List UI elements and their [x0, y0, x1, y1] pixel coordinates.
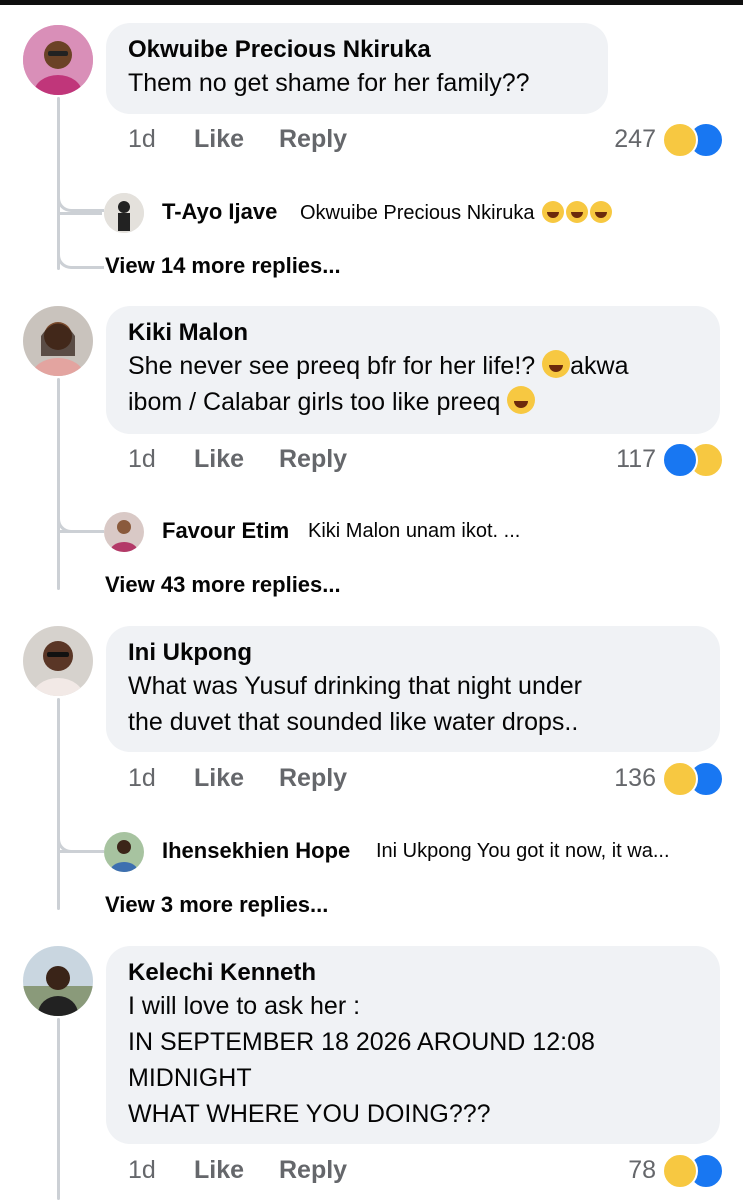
reply-avatar[interactable] [104, 193, 144, 233]
reply-preview[interactable]: T-Ayo Ijave Okwuibe Precious Nkiruka [104, 193, 704, 233]
reply-button[interactable]: Reply [279, 125, 347, 154]
comment-time: 1d [128, 125, 156, 153]
comment-bubble[interactable]: Ini Ukpong What was Yusuf drinking that … [106, 626, 720, 752]
laughing-emoji-icon [542, 201, 565, 223]
reaction-count[interactable]: 136 [614, 764, 656, 793]
comment-text-line: She never see preeq bfr for her life!? [128, 352, 536, 380]
comment-text: Them no get shame for her family?? [128, 69, 530, 97]
reply-text: Ini Ukpong You got it now, it wa... [376, 840, 670, 862]
reaction-icons[interactable] [662, 761, 724, 797]
thread-connector [60, 850, 102, 853]
comment-text-line: WHAT WHERE YOU DOING??? [128, 1100, 491, 1128]
reply-author[interactable]: T-Ayo Ijave [162, 199, 277, 225]
view-more-replies[interactable]: View 43 more replies... [105, 572, 341, 598]
thread-line [57, 1018, 60, 1200]
comment-text-line: What was Yusuf drinking that night under [128, 672, 582, 700]
reaction-icons[interactable] [662, 122, 724, 158]
top-edge-bar [0, 0, 743, 5]
thread-line [57, 800, 60, 910]
thread-curve [57, 816, 104, 853]
thread-connector [60, 212, 102, 215]
thread-line [57, 378, 60, 488]
haha-icon [662, 761, 698, 797]
reply-author[interactable]: Favour Etim [162, 518, 289, 544]
reply-button[interactable]: Reply [279, 1156, 347, 1185]
like-icon [662, 442, 698, 478]
comment-text-line: ibom / Calabar girls too like preeq [128, 388, 501, 416]
avatar[interactable] [23, 306, 93, 376]
thread-connector [60, 530, 102, 533]
haha-icon [662, 122, 698, 158]
thread-curve [57, 236, 104, 269]
avatar[interactable] [23, 25, 93, 95]
reaction-icons[interactable] [662, 442, 724, 478]
view-more-replies[interactable]: View 3 more replies... [105, 892, 328, 918]
haha-icon [662, 1153, 698, 1189]
laughing-emoji-icon [590, 201, 613, 223]
reaction-icons[interactable] [662, 1153, 724, 1189]
comment-bubble[interactable]: Okwuibe Precious Nkiruka Them no get sha… [106, 23, 608, 114]
rolling-laughing-emoji-icon [507, 386, 536, 414]
like-button[interactable]: Like [194, 764, 244, 793]
thread-curve [57, 175, 104, 212]
reply-button[interactable]: Reply [279, 445, 347, 474]
thread-curve [57, 496, 104, 533]
reaction-count[interactable]: 78 [628, 1156, 656, 1185]
comment-text-line: IN SEPTEMBER 18 2026 AROUND 12:08 [128, 1028, 595, 1056]
comment-text-line: akwa [570, 352, 629, 380]
reply-button[interactable]: Reply [279, 764, 347, 793]
reply-preview[interactable]: Favour Etim Kiki Malon unam ikot. ... [104, 512, 704, 552]
comment-time: 1d [128, 1156, 156, 1184]
comment-text: She never see preeq bfr for her life!? a… [128, 348, 698, 420]
reaction-count[interactable]: 247 [614, 125, 656, 154]
commenter-name[interactable]: Kelechi Kenneth [128, 958, 698, 988]
comment-text: What was Yusuf drinking that night under… [128, 668, 698, 740]
comment-bubble[interactable]: Kiki Malon She never see preeq bfr for h… [106, 306, 720, 434]
comment-text-line: I will love to ask her : [128, 992, 361, 1020]
avatar[interactable] [23, 946, 93, 1016]
commenter-name[interactable]: Kiki Malon [128, 318, 698, 348]
like-button[interactable]: Like [194, 1156, 244, 1185]
comment-time: 1d [128, 764, 156, 792]
thread-line [57, 480, 60, 590]
like-button[interactable]: Like [194, 125, 244, 154]
comment-text: I will love to ask her : IN SEPTEMBER 18… [128, 988, 698, 1132]
grinning-sweat-emoji-icon [542, 350, 571, 378]
reply-author[interactable]: Ihensekhien Hope [162, 838, 350, 864]
reply-text: Kiki Malon unam ikot. ... [308, 520, 521, 542]
reply-avatar[interactable] [104, 512, 144, 552]
reply-text: Okwuibe Precious Nkiruka [300, 202, 535, 224]
comment-bubble[interactable]: Kelechi Kenneth I will love to ask her :… [106, 946, 720, 1144]
reply-text-wrap: Okwuibe Precious Nkiruka [300, 201, 613, 225]
commenter-name[interactable]: Ini Ukpong [128, 638, 698, 668]
reply-avatar[interactable] [104, 832, 144, 872]
avatar[interactable] [23, 626, 93, 696]
thread-line [57, 698, 60, 808]
like-button[interactable]: Like [194, 445, 244, 474]
reaction-count[interactable]: 117 [616, 445, 656, 474]
view-more-replies[interactable]: View 14 more replies... [105, 253, 341, 279]
laughing-emoji-icon [566, 201, 589, 223]
commenter-name[interactable]: Okwuibe Precious Nkiruka [128, 35, 586, 65]
reply-preview[interactable]: Ihensekhien Hope Ini Ukpong You got it n… [104, 832, 724, 872]
comment-time: 1d [128, 445, 156, 473]
comment-text-line: the duvet that sounded like water drops.… [128, 708, 579, 736]
comment-text-line: MIDNIGHT [128, 1064, 252, 1092]
